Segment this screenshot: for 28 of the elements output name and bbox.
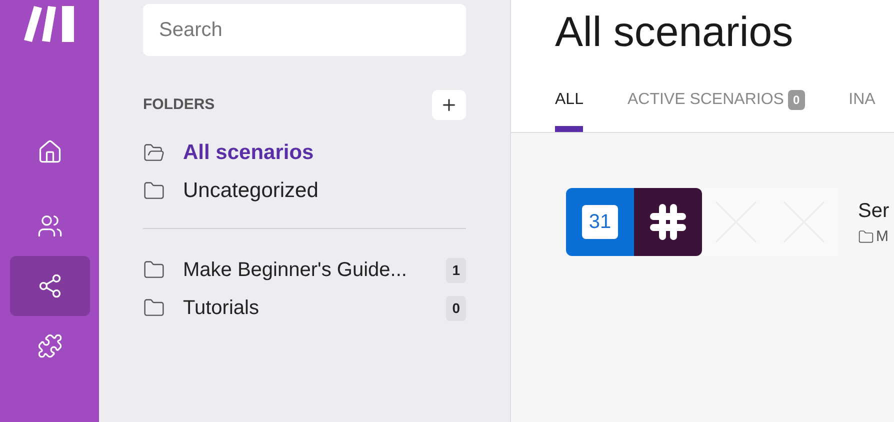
count-badge: 0 bbox=[788, 90, 805, 110]
tab[interactable]: INA bbox=[848, 88, 876, 132]
folder-icon bbox=[143, 297, 165, 319]
puzzle-icon bbox=[36, 333, 62, 359]
users-icon bbox=[36, 213, 62, 239]
scenario-folder: M bbox=[876, 226, 888, 247]
nav-item[interactable] bbox=[10, 256, 90, 316]
page-title: All scenarios bbox=[555, 7, 794, 57]
folder-item[interactable]: Tutorials bbox=[143, 293, 446, 323]
count-badge: 0 bbox=[446, 296, 466, 320]
home-icon bbox=[36, 139, 62, 165]
folder-item[interactable]: Make Beginner's Guide... bbox=[143, 255, 446, 285]
slack-app-icon bbox=[634, 188, 702, 256]
folder-icon bbox=[858, 229, 874, 245]
search-field[interactable]: Search bbox=[143, 4, 466, 56]
share-icon bbox=[36, 273, 62, 299]
calendar-app-icon: 31 bbox=[566, 188, 634, 256]
tab[interactable]: ACTIVE SCENARIOS 0 bbox=[627, 88, 805, 132]
count-badge: 1 bbox=[446, 258, 466, 282]
tab[interactable]: ALL bbox=[555, 88, 584, 132]
folder-item[interactable]: Uncategorized bbox=[143, 178, 466, 204]
logo-icon bbox=[24, 6, 76, 42]
section-heading: FOLDERS bbox=[143, 94, 215, 115]
folder-item[interactable]: All scenarios bbox=[143, 140, 466, 166]
plus-icon bbox=[440, 96, 458, 114]
folder-icon bbox=[143, 259, 165, 281]
scenario-name: Ser bbox=[858, 198, 890, 224]
add-folder-button[interactable] bbox=[432, 90, 466, 120]
